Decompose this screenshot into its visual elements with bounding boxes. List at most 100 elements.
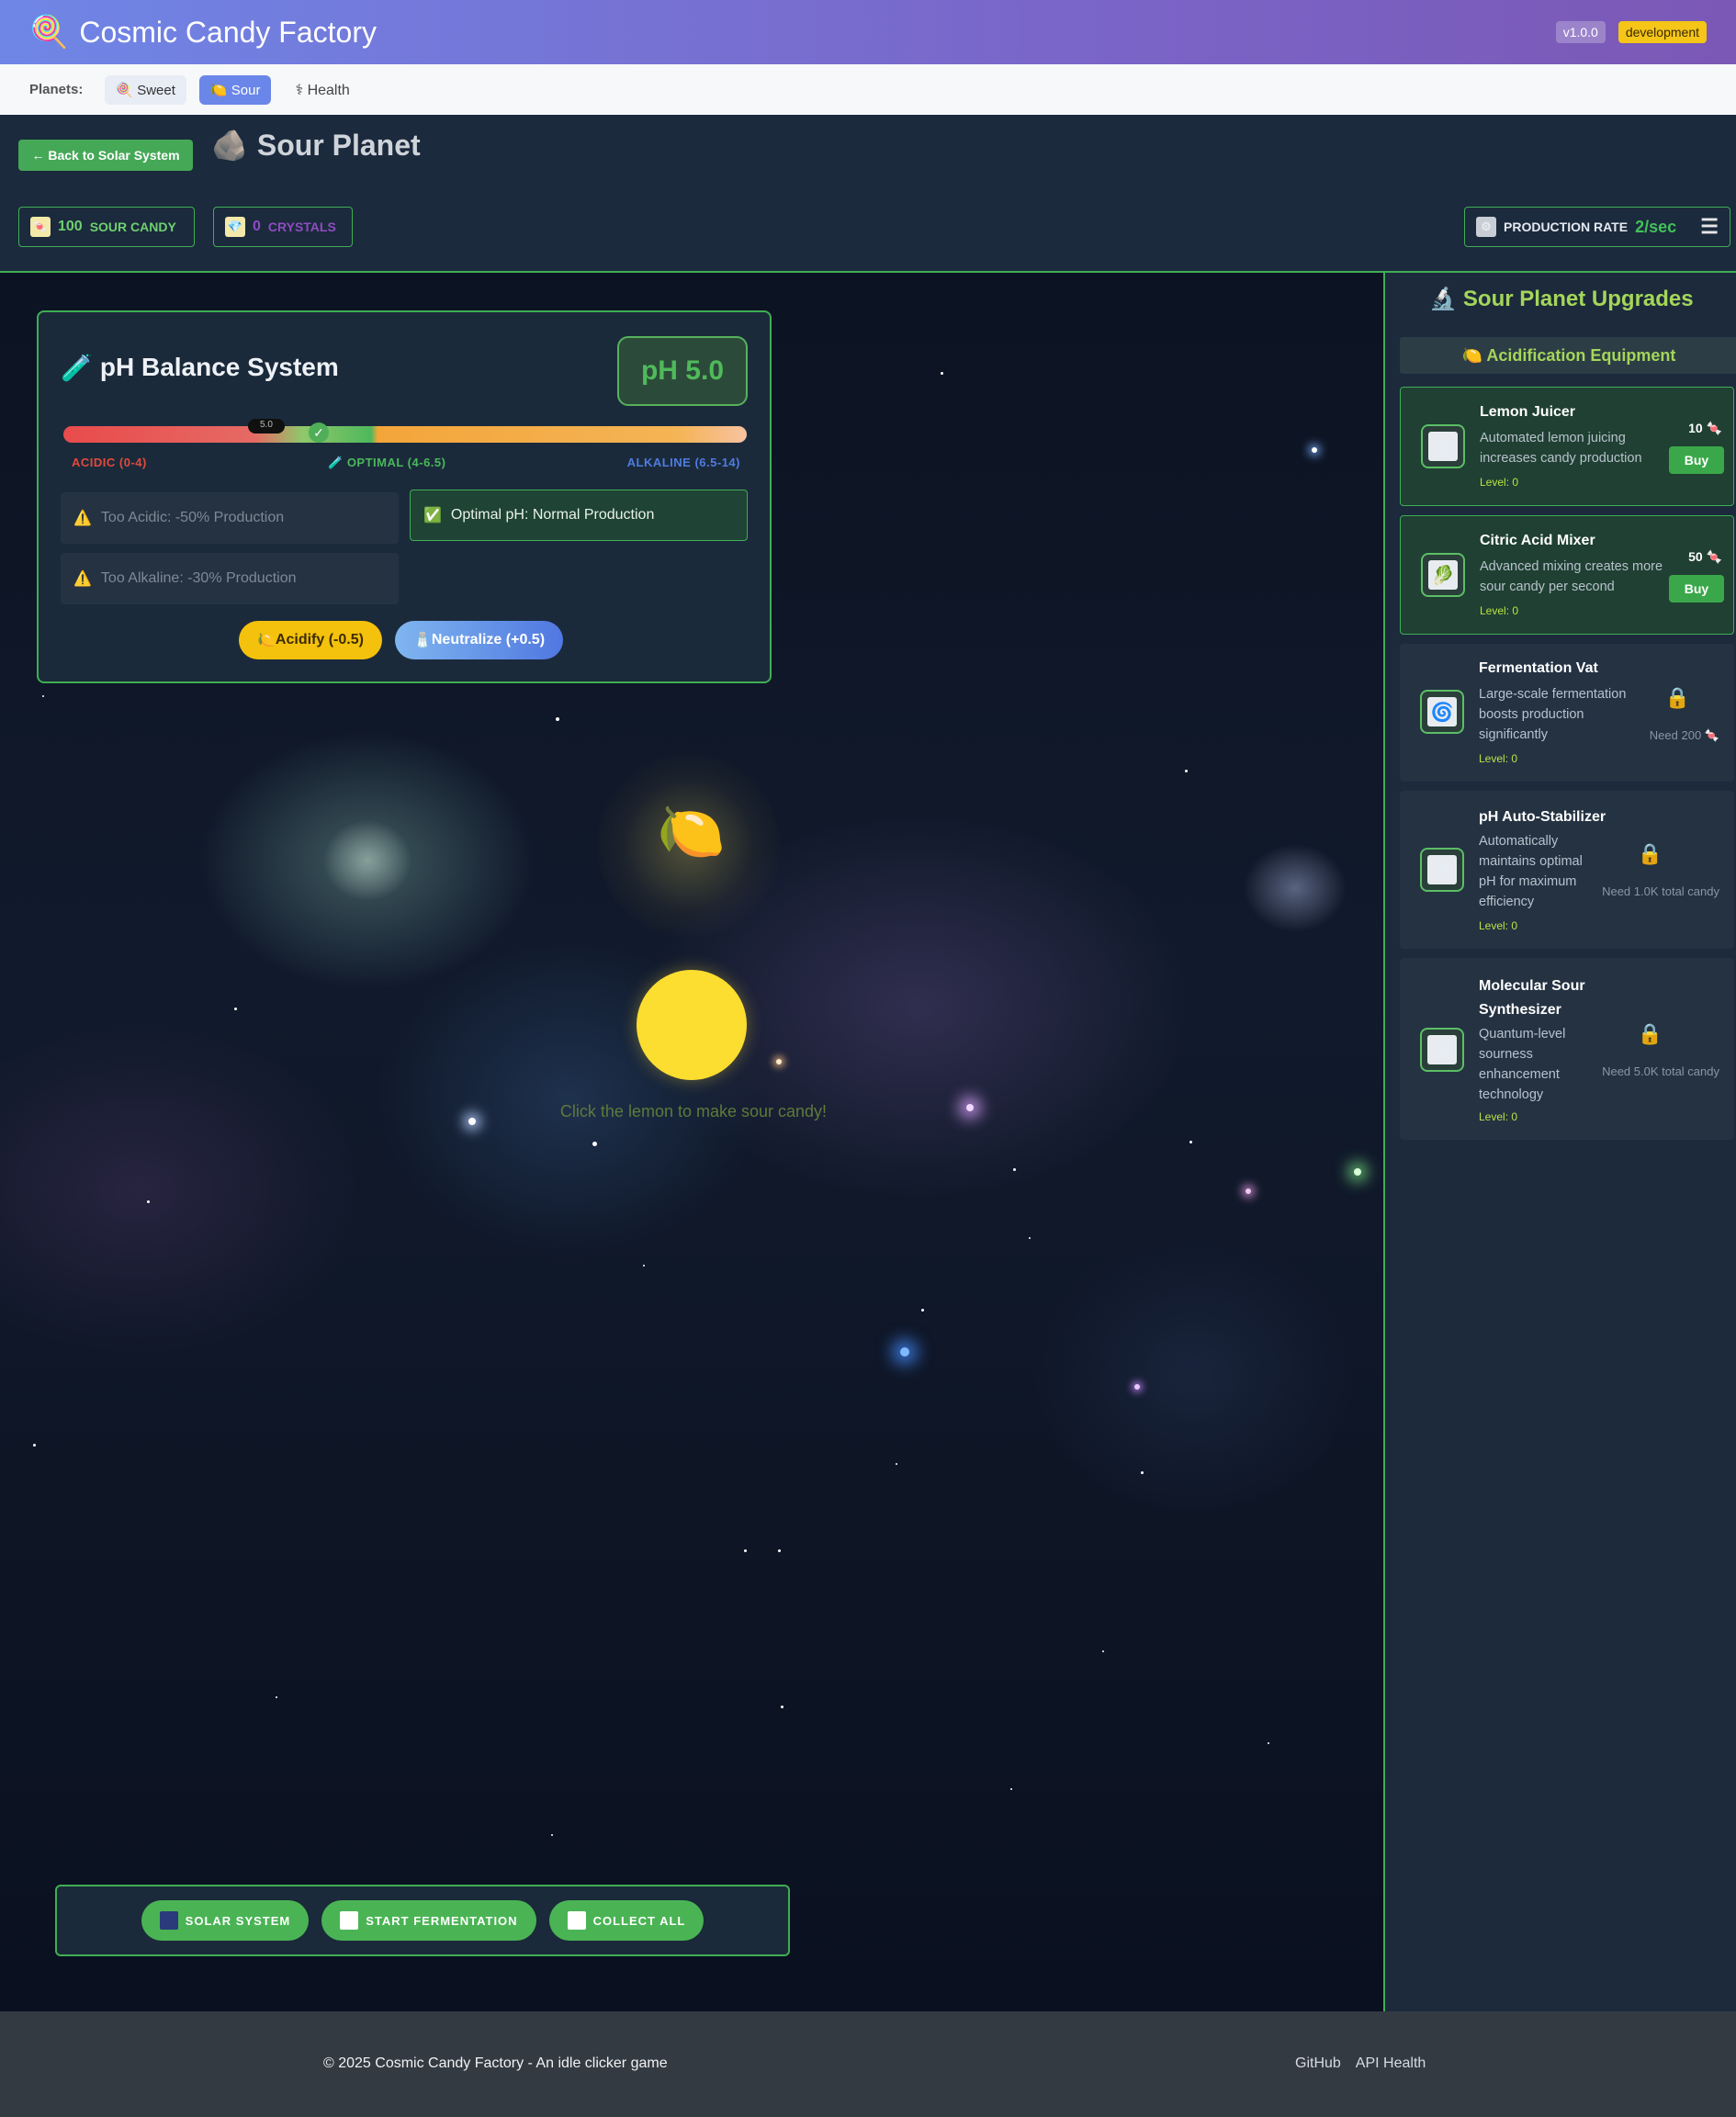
footer-link-api-health[interactable]: API Health [1356, 2055, 1426, 2072]
too-alkaline-status: ⚠️ Too Alkaline: -30% Production [61, 553, 399, 604]
gear-icon: ⚙ [1428, 432, 1458, 461]
crystals-value: 0 [253, 219, 261, 234]
lollipop-icon: 🍭 [29, 15, 69, 50]
upgrade-level: Level: 0 [1479, 1110, 1518, 1123]
optimal-range-label: 🧪 OPTIMAL (4-6.5) [328, 456, 446, 469]
upgrade-desc: Automated lemon juicing increases candy … [1480, 431, 1642, 466]
upgrade-card-citric-acid-mixer[interactable]: 🥬 Citric Acid Mixer Advanced mixing crea… [1400, 515, 1734, 635]
microscope-icon: 🔬 [1429, 287, 1458, 311]
upgrade-name: Lemon Juicer [1480, 404, 1576, 420]
gear-icon: ⚙ [1476, 217, 1496, 237]
solar-system-button[interactable]: SOLAR SYSTEM [141, 1900, 310, 1941]
candy-icon: 🍬 [1706, 549, 1722, 564]
nav-planet-sweet[interactable]: 🍭 Sweet [105, 74, 186, 105]
upgrade-requirement: Need 200 🍬 [1650, 728, 1719, 743]
caduceus-icon: ⚕ [295, 82, 304, 98]
warning-icon: ⚠️ [73, 571, 92, 587]
collect-all-label: COLLECT ALL [592, 1913, 686, 1928]
upgrade-level: Level: 0 [1479, 919, 1518, 932]
action-bar: SOLAR SYSTEM START FERMENTATION COLLECT … [55, 1885, 790, 1956]
buy-button[interactable]: Buy [1669, 446, 1724, 474]
checkmark-icon: ✅ [423, 508, 442, 524]
lock-icon: 🔒 [1637, 842, 1663, 865]
upgrade-card-molecular-sour-synthesizer: ❄ Molecular Sour Synthesizer Quantum-lev… [1400, 958, 1734, 1140]
upgrade-cost: 10 🍬 [1688, 421, 1722, 436]
lemon-icon: 🍋 [257, 633, 276, 648]
sour-candy-label: SOUR CANDY [89, 220, 176, 234]
test-tube-icon: 🧪 [61, 354, 93, 382]
ph-title: 🧪 pH Balance System [61, 353, 339, 383]
salt-shaker-icon: 🧂 [412, 633, 432, 648]
nav-label-health: Health [307, 82, 350, 98]
acidic-range-label: ACIDIC (0-4) [72, 456, 147, 469]
back-to-solar-system-button[interactable]: ← Back to Solar System [18, 140, 193, 171]
upgrade-icon: 🌀 [1420, 690, 1464, 734]
alkaline-range-label: ALKALINE (6.5-14) [626, 456, 740, 469]
start-fermentation-button[interactable]: START FERMENTATION [321, 1900, 536, 1941]
lock-icon: 🔒 [1664, 686, 1690, 709]
mixer-icon: 🥬 [1428, 560, 1458, 590]
brand[interactable]: 🍭 Cosmic Candy Factory [29, 14, 377, 51]
collect-all-button[interactable]: COLLECT ALL [548, 1900, 705, 1941]
upgrade-card-ph-auto-stabilizer: ❄ pH Auto-Stabilizer Automatically maint… [1400, 791, 1734, 949]
lock-icon: 🔒 [1637, 1022, 1663, 1045]
fermentation-icon [340, 1911, 359, 1930]
sour-candy-value: 100 [58, 219, 83, 234]
ph-scale-labels: ACIDIC (0-4) 🧪 OPTIMAL (4-6.5) ALKALINE … [72, 456, 740, 470]
upgrade-name: Citric Acid Mixer [1480, 533, 1595, 548]
candy-icon: 🍬 [1706, 421, 1722, 435]
upgrade-level: Level: 0 [1479, 752, 1518, 765]
production-value: 2/sec [1635, 217, 1677, 236]
planet-header: ← Back to Solar System 🪨 Sour Planet 🍬 1… [0, 115, 1736, 273]
lemon-clicker[interactable] [637, 970, 747, 1080]
optimal-status: ✅ Optimal pH: Normal Production [410, 490, 748, 541]
upgrade-requirement: Need 1.0K total candy [1602, 884, 1719, 898]
upgrade-icon: ❄ [1420, 848, 1464, 892]
nav-label-sour: Sour [231, 82, 261, 98]
solar-system-label: SOLAR SYSTEM [185, 1913, 291, 1928]
crystal-icon: 💎 [225, 217, 245, 237]
candy-icon: 🍬 [1704, 728, 1719, 742]
nav-planet-sour[interactable]: 🍋 Sour [198, 74, 272, 105]
upgrade-name: Fermentation Vat [1479, 660, 1598, 676]
app-header: 🍭 Cosmic Candy Factory v1.0.0 developmen… [0, 0, 1736, 64]
ph-scale-bar [63, 426, 747, 443]
upgrade-cost-value: 50 [1688, 549, 1703, 564]
crystals-counter: 💎 0 CRYSTALS [213, 207, 353, 247]
planets-label: Planets: [29, 82, 84, 97]
neutralize-button[interactable]: 🧂 Neutralize (+0.5) [394, 621, 564, 659]
acidify-label: Acidify (-0.5) [275, 632, 364, 647]
upgrades-section-text: Acidification Equipment [1486, 346, 1676, 365]
ph-marker: 5.0 [248, 419, 285, 434]
nav-label-sweet: Sweet [137, 82, 175, 98]
too-acidic-text: Too Acidic: -50% Production [100, 510, 285, 525]
upgrade-cost: 50 🍬 [1688, 549, 1722, 565]
upgrade-desc: Large-scale fermentation boosts producti… [1479, 687, 1627, 742]
upgrade-requirement-text: Need 200 [1649, 728, 1702, 742]
upgrade-icon: ⚙ [1421, 424, 1465, 468]
sour-candy-counter: 🍬 100 SOUR CANDY [18, 207, 195, 247]
upgrade-level: Level: 0 [1480, 476, 1519, 489]
app-title: Cosmic Candy Factory [79, 15, 377, 49]
upgrade-desc: Advanced mixing creates more sour candy … [1480, 559, 1663, 594]
ph-balance-panel: 🧪 pH Balance System pH 5.0 5.0 ✓ ACIDIC … [37, 310, 772, 683]
upgrade-icon: ❄ [1420, 1028, 1464, 1072]
version-badge: v1.0.0 [1555, 21, 1606, 43]
upgrade-name: Molecular Sour Synthesizer [1479, 978, 1585, 1018]
upgrade-card-lemon-juicer[interactable]: ⚙ Lemon Juicer Automated lemon juicing i… [1400, 387, 1734, 506]
optimal-text: Optimal pH: Normal Production [450, 507, 655, 523]
acidify-button[interactable]: 🍋 Acidify (-0.5) [239, 621, 382, 659]
stabilizer-icon: ❄ [1427, 855, 1457, 884]
start-fermentation-label: START FERMENTATION [366, 1913, 518, 1928]
planet-title: 🪨 Sour Planet [211, 128, 421, 163]
lollipop-icon: 🍭 [116, 82, 134, 98]
lemon-icon[interactable]: 🍋 [657, 799, 726, 864]
upgrades-title: 🔬 Sour Planet Upgrades [1385, 286, 1736, 312]
footer-link-github[interactable]: GitHub [1295, 2055, 1341, 2072]
upgrade-card-fermentation-vat: 🌀 Fermentation Vat Large-scale fermentat… [1400, 644, 1734, 782]
collect-icon [567, 1911, 586, 1930]
planet-rock-icon: 🪨 [211, 129, 248, 162]
nav-planet-health[interactable]: ⚕ Health [284, 74, 360, 106]
menu-icon[interactable]: ☰ [1700, 215, 1719, 239]
buy-button[interactable]: Buy [1669, 575, 1724, 602]
